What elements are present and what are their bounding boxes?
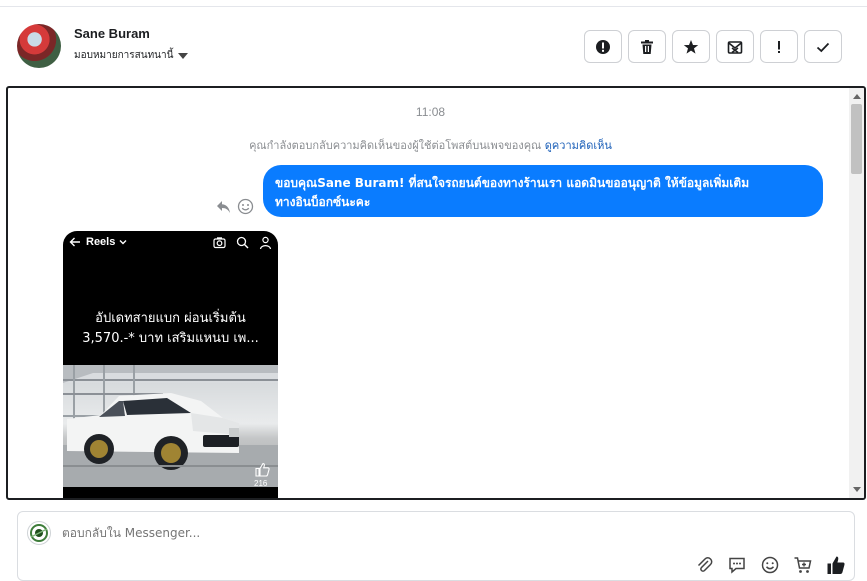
scroll-thumb[interactable] (851, 104, 862, 174)
message-timestamp: 11:08 (415, 105, 446, 119)
message-actions (215, 198, 254, 215)
reply-icon[interactable] (215, 198, 232, 215)
profile-icon (259, 236, 272, 249)
conversation-toolbar (584, 30, 842, 63)
check-icon (816, 42, 830, 52)
top-strip (0, 0, 867, 7)
view-comment-link[interactable]: ดูความคิดเห็น (545, 139, 612, 152)
reel-preview[interactable]: Reels อัปเดทสายแบก ผ่อนเริ่มต้น 3,570.-*… (63, 231, 278, 498)
thread-scrollbar[interactable] (849, 88, 864, 498)
trash-icon (641, 39, 653, 54)
smile-icon[interactable] (237, 198, 254, 215)
reel-caption-line2: 3,570.-* บาท เสริมแหนบ เพ... (82, 331, 259, 346)
message-thread[interactable]: 11:08 คุณกำลังตอบกลับความคิดเห็นของผู้ใช… (6, 86, 866, 500)
search-icon (236, 236, 249, 248)
reel-top-icons (213, 236, 272, 249)
outgoing-message[interactable]: ขอบคุณSane Buram! ที่สนใจรถยนต์ของทางร้า… (263, 165, 823, 217)
reel-caption: อัปเดทสายแบก ผ่อนเริ่มต้น 3,570.-* บาท เ… (71, 309, 270, 349)
emoji-icon[interactable] (760, 555, 780, 575)
star-button[interactable] (672, 30, 710, 63)
context-text: คุณกำลังตอบกลับความคิดเห็นของผู้ใช้ต่อโพ… (249, 139, 542, 152)
star-icon (683, 39, 699, 54)
chevron-down-icon (119, 240, 127, 245)
reply-composer (17, 511, 855, 581)
page-logo-icon (30, 524, 48, 542)
truck-illustration (63, 365, 278, 487)
envelope-x-icon (727, 40, 743, 54)
alert-icon (596, 39, 610, 54)
reels-label: Reels (86, 236, 116, 248)
spam-button[interactable] (584, 30, 622, 63)
message-text-line2: ทางอินบ็อกซ์นะคะ (275, 195, 371, 209)
conversation-header: Sane Buram มอบหมายการสนทนานี้ (0, 7, 867, 86)
mark-unread-button[interactable] (716, 30, 754, 63)
scroll-down-arrow[interactable] (853, 487, 861, 492)
contact-name[interactable]: Sane Buram (74, 26, 150, 41)
camera-icon (213, 236, 226, 248)
paperclip-icon[interactable] (694, 555, 714, 575)
scroll-up-arrow[interactable] (853, 94, 861, 99)
chevron-down-icon (178, 52, 189, 59)
reply-context-notice: คุณกำลังตอบกลับความคิดเห็นของผู้ใช้ต่อโพ… (8, 136, 853, 154)
shop-cart-icon[interactable] (793, 555, 813, 575)
delete-button[interactable] (628, 30, 666, 63)
thumbs-up-icon (255, 462, 270, 477)
done-button[interactable] (804, 30, 842, 63)
like-count: 216 (254, 479, 268, 488)
exclamation-icon (778, 40, 780, 53)
pickup-truck-photo (63, 365, 278, 487)
message-text-line1: ขอบคุณSane Buram! ที่สนใจรถยนต์ของทางร้า… (275, 176, 750, 190)
reel-topbar: Reels (69, 234, 272, 250)
arrow-left-icon (69, 237, 80, 247)
page-avatar (27, 521, 51, 545)
follow-up-button[interactable] (760, 30, 798, 63)
avatar[interactable] (17, 24, 61, 68)
saved-reply-icon[interactable] (727, 555, 747, 575)
reel-caption-line1: อัปเดทสายแบก ผ่อนเริ่มต้น (95, 311, 246, 326)
assign-conversation-dropdown[interactable]: มอบหมายการสนทนานี้ (74, 48, 189, 63)
composer-toolbar (694, 555, 846, 575)
assign-label: มอบหมายการสนทนานี้ (74, 50, 174, 61)
reply-input[interactable] (62, 526, 662, 540)
thumbs-up-icon[interactable] (826, 555, 846, 575)
